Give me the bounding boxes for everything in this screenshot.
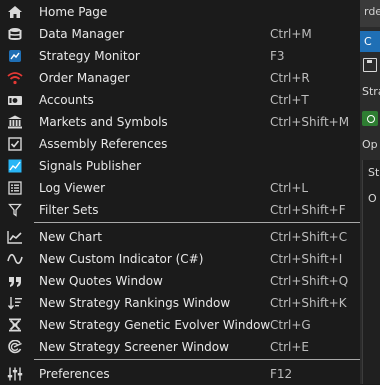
menu-item-label: New Custom Indicator (C#) <box>39 252 204 266</box>
menu-item-label: Assembly References <box>39 137 168 151</box>
home-icon <box>7 5 23 19</box>
menu-item-label: Data Manager <box>39 27 125 41</box>
menu-item-shortcut: Ctrl+G <box>270 318 311 332</box>
menu-item-label: Accounts <box>39 93 94 107</box>
signal-chart-icon <box>7 159 23 173</box>
monitor-icon <box>7 49 23 63</box>
menu-item-signals-publisher[interactable]: Signals Publisher <box>0 155 360 177</box>
bank-icon <box>7 115 23 129</box>
menu-item-log-viewer[interactable]: Log Viewer Ctrl+L <box>0 177 360 199</box>
menu-item-label: Order Manager <box>39 71 130 85</box>
menu-item-shortcut: Ctrl+Shift+C <box>270 230 348 244</box>
menu-item-new-strategy-rankings[interactable]: New Strategy Rankings Window Ctrl+Shift+… <box>0 292 360 314</box>
menu-item-preferences[interactable]: Preferences F12 <box>0 363 360 385</box>
wave-icon <box>7 252 23 266</box>
menu-item-new-strategy-screener[interactable]: New Strategy Screener Window Ctrl+E <box>0 336 360 358</box>
menu-item-label: Markets and Symbols <box>39 115 168 129</box>
screener-icon <box>7 340 23 354</box>
menu-item-label: Filter Sets <box>39 203 99 217</box>
background-app-window: rder C Stra Op St O <box>360 0 380 384</box>
strategy-icon[interactable] <box>362 111 378 126</box>
menu-item-shortcut: Ctrl+E <box>270 340 309 354</box>
menu-item-label: Preferences <box>39 367 110 381</box>
money-icon <box>7 93 23 107</box>
background-text-4: O <box>368 192 377 205</box>
menu-item-shortcut: Ctrl+L <box>270 181 309 195</box>
menu-item-shortcut: Ctrl+Shift+Q <box>270 274 349 288</box>
menu-item-label: New Quotes Window <box>39 274 163 288</box>
menu-item-label: New Strategy Screener Window <box>39 340 229 354</box>
background-text-2: Op <box>362 138 378 151</box>
menu-item-home-page[interactable]: Home Page <box>0 1 360 23</box>
save-icon[interactable] <box>363 58 377 72</box>
menu-separator <box>34 359 360 360</box>
menu-separator <box>34 222 360 223</box>
menu-item-shortcut: Ctrl+Shift+I <box>270 252 343 266</box>
menu-item-label: Strategy Monitor <box>39 49 140 63</box>
background-title-text: rder <box>364 5 380 18</box>
quote-icon <box>7 274 23 288</box>
menu-item-filter-sets[interactable]: Filter Sets Ctrl+Shift+F <box>0 199 360 221</box>
menu-item-label: New Chart <box>39 230 102 244</box>
menu-item-shortcut: Ctrl+Shift+M <box>270 115 350 129</box>
menu-item-markets-and-symbols[interactable]: Markets and Symbols Ctrl+Shift+M <box>0 111 360 133</box>
menu-item-shortcut: F12 <box>270 367 293 381</box>
menu-item-label: Signals Publisher <box>39 159 142 173</box>
menu-item-label: New Strategy Genetic Evolver Window <box>39 318 271 332</box>
menu-item-shortcut: Ctrl+Shift+F <box>270 203 346 217</box>
menu-item-data-manager[interactable]: Data Manager Ctrl+M <box>0 23 360 45</box>
tools-menu: Home Page Data Manager Ctrl+M Strategy M… <box>0 0 360 384</box>
background-tab[interactable]: C <box>360 31 380 52</box>
menu-item-label: Home Page <box>39 5 108 19</box>
dna-icon <box>7 318 23 332</box>
menu-item-new-strategy-genetic-evolver[interactable]: New Strategy Genetic Evolver Window Ctrl… <box>0 314 360 336</box>
menu-item-order-manager[interactable]: Order Manager Ctrl+R <box>0 67 360 89</box>
menu-item-label: Log Viewer <box>39 181 106 195</box>
background-tab-label: C <box>364 35 372 48</box>
menu-item-new-chart[interactable]: New Chart Ctrl+Shift+C <box>0 226 360 248</box>
menu-item-shortcut: Ctrl+Shift+K <box>270 296 347 310</box>
menu-item-shortcut: Ctrl+T <box>270 93 309 107</box>
chart-line-icon <box>7 230 23 244</box>
database-icon <box>7 27 23 41</box>
sort-icon <box>7 296 23 310</box>
wifi-icon <box>7 71 23 85</box>
menu-item-accounts[interactable]: Accounts Ctrl+T <box>0 89 360 111</box>
menu-item-new-quotes-window[interactable]: New Quotes Window Ctrl+Shift+Q <box>0 270 360 292</box>
menu-item-assembly-references[interactable]: Assembly References <box>0 133 360 155</box>
menu-item-shortcut: Ctrl+R <box>270 71 310 85</box>
sliders-icon <box>7 367 23 381</box>
list-icon <box>7 181 23 195</box>
menu-item-new-custom-indicator[interactable]: New Custom Indicator (C#) Ctrl+Shift+I <box>0 248 360 270</box>
menu-item-shortcut: Ctrl+M <box>270 27 312 41</box>
background-text-1: Stra <box>362 85 380 98</box>
menu-item-strategy-monitor[interactable]: Strategy Monitor F3 <box>0 45 360 67</box>
filter-icon <box>7 203 23 217</box>
background-text-3: St <box>368 166 380 179</box>
menu-item-label: New Strategy Rankings Window <box>39 296 231 310</box>
menu-item-shortcut: F3 <box>270 49 285 63</box>
checkbox-icon <box>7 137 23 151</box>
